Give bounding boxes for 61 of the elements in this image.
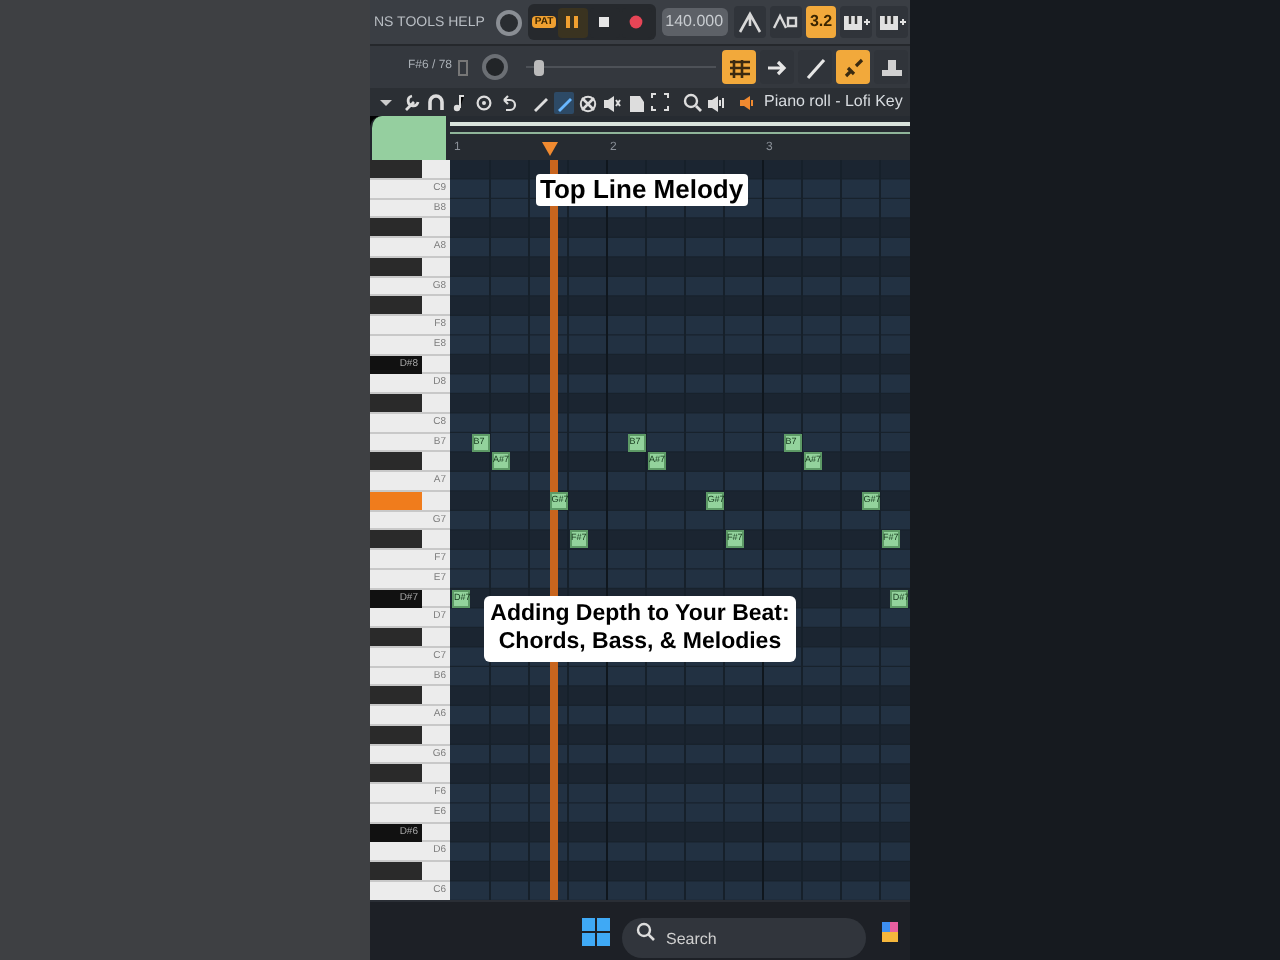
slice-tool[interactable] [626,91,646,113]
mute-tool[interactable] [602,91,622,113]
circle-icon [474,91,494,113]
counter-button[interactable]: 3.2 [806,6,836,38]
slider-thumb[interactable] [534,59,545,75]
mute-icon [602,91,622,113]
speaker-icon [738,93,756,111]
arrow-button[interactable] [760,50,794,84]
pen-button[interactable] [798,50,832,84]
grid-icon [458,59,468,75]
delete-tool[interactable] [578,91,598,113]
keys-button[interactable] [840,6,872,38]
caption: Adding Depth to Your Beat: Chords, Bass, & Melodies [484,596,796,662]
wrench-icon [402,91,422,113]
link-icon [839,53,867,81]
stamp-button[interactable] [874,50,908,84]
slice-icon [626,91,646,113]
piano-roll-title: Piano roll - Lofi Key [764,90,903,114]
pause-icon [564,14,581,30]
piano-key[interactable] [370,686,422,705]
search-icon [636,921,656,941]
select-icon [650,91,670,113]
pen-icon [801,53,829,81]
metronome-icon [736,8,764,36]
zoom-tool[interactable] [682,91,702,113]
stop-icon [596,14,613,30]
select-tool[interactable] [650,91,670,113]
magnet-icon [426,91,446,113]
wrench-tool[interactable] [402,91,422,113]
caption: Top Line Melody [536,174,748,207]
link-button[interactable] [836,50,870,84]
delete-icon [578,91,598,113]
app-icon[interactable] [878,917,898,945]
knob[interactable] [496,9,523,35]
bars-button[interactable] [722,50,756,84]
tempo-display[interactable]: 140.000 [661,8,728,36]
magnet-tool[interactable] [426,91,446,113]
note-icon [450,91,470,113]
metronome-button[interactable] [734,6,766,38]
speaker-icon [706,91,726,113]
record-icon [628,14,645,30]
speaker-tool[interactable] [706,91,726,113]
piano-key[interactable] [370,218,422,237]
playhead-marker[interactable] [542,142,558,156]
wave-button[interactable] [770,6,802,38]
piano-key[interactable] [370,452,422,471]
windows-icon[interactable] [582,917,610,945]
note-grid[interactable] [450,160,910,900]
piano-key[interactable] [370,530,422,549]
note-tool[interactable] [450,91,470,113]
keys-button[interactable] [876,6,908,38]
circle-tool[interactable] [474,91,494,113]
brush-tool[interactable] [554,91,574,113]
piano-key[interactable] [370,764,422,783]
knob[interactable] [481,54,508,80]
undo-tool[interactable] [498,91,518,113]
search-field[interactable]: Search [622,918,866,958]
piano-key[interactable] [370,296,422,315]
pause-button[interactable] [557,7,588,37]
undo-icon [498,91,518,113]
zoom-icon [682,91,702,113]
